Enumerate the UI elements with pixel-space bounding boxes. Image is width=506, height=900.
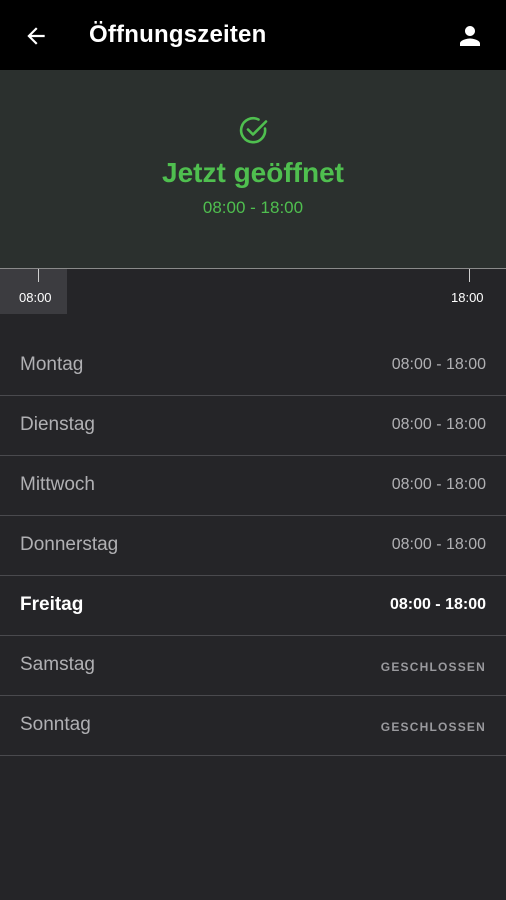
day-hours: 08:00 - 18:00 (389, 596, 486, 613)
day-name: Samstag (20, 654, 95, 675)
day-hours: 08:00 - 18:00 (391, 416, 486, 433)
day-hours: 08:00 - 18:00 (391, 536, 486, 553)
timeline-start-label: 08:00 (19, 290, 52, 305)
day-name: Dienstag (20, 414, 95, 435)
day-hours: 08:00 - 18:00 (391, 356, 486, 373)
check-circle-icon (239, 116, 268, 144)
arrow-left-icon (27, 27, 45, 45)
status-title: Jetzt geöffnet (162, 157, 344, 188)
page-title: Öffnungszeiten (89, 21, 267, 48)
day-row-dienstag: Dienstag 08:00 - 18:00 (0, 396, 506, 456)
day-name: Mittwoch (20, 474, 95, 495)
day-row-sonntag: Sonntag GESCHLOSSEN (0, 696, 506, 756)
timeline-end-label: 18:00 (451, 290, 484, 305)
day-name: Donnerstag (20, 534, 119, 555)
account-button[interactable] (454, 20, 486, 52)
day-name: Freitag (20, 594, 84, 615)
app-bar: Öffnungszeiten (0, 0, 506, 70)
opening-hours-list: Montag 08:00 - 18:00 Dienstag 08:00 - 18… (0, 336, 506, 756)
day-row-freitag: Freitag 08:00 - 18:00 (0, 576, 506, 636)
status-hours: 08:00 - 18:00 (202, 198, 304, 217)
day-hours-closed: GESCHLOSSEN (380, 660, 486, 674)
back-button[interactable] (20, 20, 52, 52)
timeline-tick-start (38, 269, 39, 282)
day-row-montag: Montag 08:00 - 18:00 (0, 336, 506, 396)
day-name: Sonntag (20, 714, 91, 735)
day-row-samstag: Samstag GESCHLOSSEN (0, 636, 506, 696)
day-row-mittwoch: Mittwoch 08:00 - 18:00 (0, 456, 506, 516)
timeline-tick-end (469, 269, 470, 282)
day-row-donnerstag: Donnerstag 08:00 - 18:00 (0, 516, 506, 576)
day-hours-closed: GESCHLOSSEN (380, 720, 486, 734)
day-hours: 08:00 - 18:00 (391, 476, 486, 493)
person-icon (460, 26, 480, 46)
timeline-line (0, 268, 506, 269)
hours-timeline: 08:00 18:00 (0, 268, 506, 314)
day-name: Montag (20, 354, 84, 375)
